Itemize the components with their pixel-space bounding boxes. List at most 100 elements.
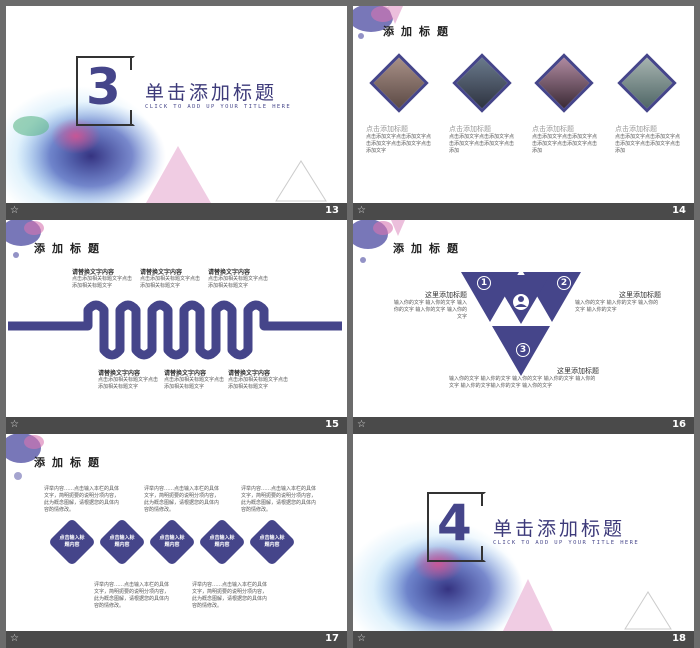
section-number: 4 (437, 494, 472, 552)
slide-number: 17 (325, 633, 339, 644)
slide-number: 13 (325, 205, 339, 216)
item-title: 请替换文字内容 (164, 370, 207, 377)
slide-16-card: 添加标题 1 2 3 这里添加标题 输入你的文字 输入你的文字 输入你的文字 输… (353, 220, 694, 417)
item-body: 点击添加相关标题文字点击添加相关标题文字 (208, 276, 269, 289)
photo-diamond-4 (617, 53, 677, 113)
photo-diamond-3 (534, 53, 594, 113)
top-text-2: 评举内容……点击输入本栏的具体文字，简明扼要的说明分项内容，此为概念图解，请根据… (144, 486, 220, 513)
transition-icon: ☆ (10, 205, 19, 216)
item-title: 点击添加标题 (449, 125, 491, 133)
slide-footer: ☆ 18 (353, 631, 694, 648)
slide-footer: ☆ 16 (353, 417, 694, 434)
slide-15[interactable]: 添加标题 请替换文字内容 点击添加相关标题文字点击添加相关标题文字 请替换文字内… (6, 220, 347, 434)
item-body: 点击添加文字点击添加文字点击添加文字点击添加文字点击添加 (615, 134, 681, 154)
block-title: 这里添加标题 (557, 367, 599, 375)
item-body: 点击添加文字点击添加文字点击添加文字点击添加文字点击添加 (449, 134, 515, 154)
diamond-label-1: 点击输入标题内容 (59, 535, 85, 548)
item-title: 点击添加标题 (615, 125, 657, 133)
right-block: 这里添加标题 输入你的文字 输入你的文字 输入你的文字 输入你的文字 (575, 290, 661, 314)
slide-14-card: 添加标题 点击添加标题 点击添加文字点击添加文字点击添加文字点击添加文字点击添加… (353, 6, 694, 203)
slide-17-card: 添加标题 评举内容……点击输入本栏的具体文字，简明扼要的说明分项内容，此为概念图… (6, 434, 347, 631)
item-title: 请替换文字内容 (228, 370, 271, 377)
slide-14[interactable]: 添加标题 点击添加标题 点击添加文字点击添加文字点击添加文字点击添加文字点击添加… (353, 6, 694, 220)
block-body: 输入你的文字 输入你的文字 输入你的文字 输入你的文字 (575, 300, 659, 313)
item-body: 点击添加相关标题文字点击添加相关标题文字 (228, 377, 289, 390)
item-1: 点击添加标题 点击添加文字点击添加文字点击添加文字点击添加文字点击添加文字 (366, 124, 432, 155)
block-title: 这里添加标题 (425, 291, 467, 299)
item-3: 点击添加标题 点击添加文字点击添加文字点击添加文字点击添加文字点击添加 (532, 124, 598, 155)
section-title[interactable]: 单击添加标题 (493, 514, 625, 541)
item-title: 请替换文字内容 (208, 269, 251, 276)
slide-footer: ☆ 17 (6, 631, 347, 648)
top-text-1: 评举内容……点击输入本栏的具体文字，简明扼要的说明分项内容，此为概念图解，请根据… (44, 486, 120, 513)
item-title: 点击添加标题 (532, 125, 574, 133)
item-body: 点击添加相关标题文字点击添加相关标题文字 (140, 276, 201, 289)
section-number: 3 (86, 58, 121, 116)
block-body: 输入你的文字 输入你的文字 输入你的文字 输入你的文字 输入你的文字 输入你的文… (449, 376, 596, 389)
item-body: 点击添加相关标题文字点击添加相关标题文字 (98, 377, 159, 390)
section-title[interactable]: 单击添加标题 (145, 78, 277, 105)
item-body: 点击添加文字点击添加文字点击添加文字点击添加文字点击添加文字 (366, 134, 432, 154)
item-title: 请替换文字内容 (98, 370, 141, 377)
item-4: 点击添加标题 点击添加文字点击添加文字点击添加文字点击添加文字点击添加 (615, 124, 681, 155)
item-2: 点击添加标题 点击添加文字点击添加文字点击添加文字点击添加文字点击添加 (449, 124, 515, 155)
badge-1: 1 (477, 276, 491, 290)
item-body: 点击添加文字点击添加文字点击添加文字点击添加文字点击添加 (532, 134, 598, 154)
slide-number: 16 (672, 419, 686, 430)
number-frame-right (481, 492, 483, 506)
section-subtitle: CLICK TO ADD UP YOUR TITLE HERE (493, 540, 640, 546)
badge-2: 2 (557, 276, 571, 290)
slide-13-card: 3 单击添加标题 CLICK TO ADD UP YOUR TITLE HERE (6, 6, 347, 203)
item-body: 点击添加相关标题文字点击添加相关标题文字 (72, 276, 133, 289)
bottom-item-2: 请替换文字内容 点击添加相关标题文字点击添加相关标题文字 (164, 368, 224, 391)
slide-13[interactable]: 3 单击添加标题 CLICK TO ADD UP YOUR TITLE HERE… (6, 6, 347, 220)
transition-icon: ☆ (357, 419, 366, 430)
transition-icon: ☆ (357, 205, 366, 216)
bottom-text-2: 评举内容……点击输入本栏的具体文字，简明扼要的说明分项内容，此为概念图解，请根据… (192, 582, 268, 609)
bottom-item-3: 请替换文字内容 点击添加相关标题文字点击添加相关标题文字 (228, 368, 288, 391)
top-item-3: 请替换文字内容 点击添加相关标题文字点击添加相关标题文字 (208, 267, 268, 290)
transition-icon: ☆ (10, 633, 19, 644)
badge-3: 3 (516, 343, 530, 357)
slide-number: 14 (672, 205, 686, 216)
bottom-block: 这里添加标题 输入你的文字 输入你的文字 输入你的文字 输入你的文字 输入你的文… (449, 366, 599, 390)
transition-icon: ☆ (357, 633, 366, 644)
slide-18-card: 4 单击添加标题 CLICK TO ADD UP YOUR TITLE HERE (353, 434, 694, 631)
section-subtitle: CLICK TO ADD UP YOUR TITLE HERE (145, 104, 292, 110)
block-title: 这里添加标题 (619, 291, 661, 299)
top-item-2: 请替换文字内容 点击添加相关标题文字点击添加相关标题文字 (140, 267, 200, 290)
item-title: 请替换文字内容 (72, 269, 115, 276)
transition-icon: ☆ (10, 419, 19, 430)
top-text-3: 评举内容……点击输入本栏的具体文字，简明扼要的说明分项内容，此为概念图解，请根据… (241, 486, 317, 513)
diamond-label-2: 点击输入标题内容 (109, 535, 135, 548)
diamond-label-5: 点击输入标题内容 (259, 535, 285, 548)
slide-footer: ☆ 13 (6, 203, 347, 220)
slide-17[interactable]: 添加标题 评举内容……点击输入本栏的具体文字，简明扼要的说明分项内容，此为概念图… (6, 434, 347, 648)
slide-header: 添加标题 (393, 242, 465, 255)
slide-header: 添加标题 (34, 242, 106, 255)
photo-diamond-2 (452, 53, 512, 113)
item-title: 请替换文字内容 (140, 269, 183, 276)
slide-header: 添加标题 (383, 25, 455, 38)
slide-18[interactable]: 4 单击添加标题 CLICK TO ADD UP YOUR TITLE HERE… (353, 434, 694, 648)
number-frame-right-b (481, 546, 483, 560)
slide-number: 15 (325, 419, 339, 430)
slide-footer: ☆ 14 (353, 203, 694, 220)
top-item-1: 请替换文字内容 点击添加相关标题文字点击添加相关标题文字 (72, 267, 132, 290)
number-frame-right (130, 56, 132, 70)
bottom-text-1: 评举内容……点击输入本栏的具体文字，简明扼要的说明分项内容，此为概念图解，请根据… (94, 582, 170, 609)
block-body: 输入你的文字 输入你的文字 输入你的文字 输入你的文字 输入你的文字 (393, 300, 467, 320)
slide-number: 18 (672, 633, 686, 644)
number-frame-right-b (130, 110, 132, 124)
slide-15-card: 添加标题 请替换文字内容 点击添加相关标题文字点击添加相关标题文字 请替换文字内… (6, 220, 347, 417)
item-body: 点击添加相关标题文字点击添加相关标题文字 (164, 377, 225, 390)
diamond-label-4: 点击输入标题内容 (209, 535, 235, 548)
slide-header: 添加标题 (34, 456, 106, 469)
diamond-label-3: 点击输入标题内容 (159, 535, 185, 548)
bottom-item-1: 请替换文字内容 点击添加相关标题文字点击添加相关标题文字 (98, 368, 158, 391)
photo-diamond-1 (369, 53, 429, 113)
slide-footer: ☆ 15 (6, 417, 347, 434)
slide-16[interactable]: 添加标题 1 2 3 这里添加标题 输入你的文字 输入你的文字 输入你的文字 输… (353, 220, 694, 434)
item-title: 点击添加标题 (366, 125, 408, 133)
left-block: 这里添加标题 输入你的文字 输入你的文字 输入你的文字 输入你的文字 输入你的文… (389, 290, 467, 321)
